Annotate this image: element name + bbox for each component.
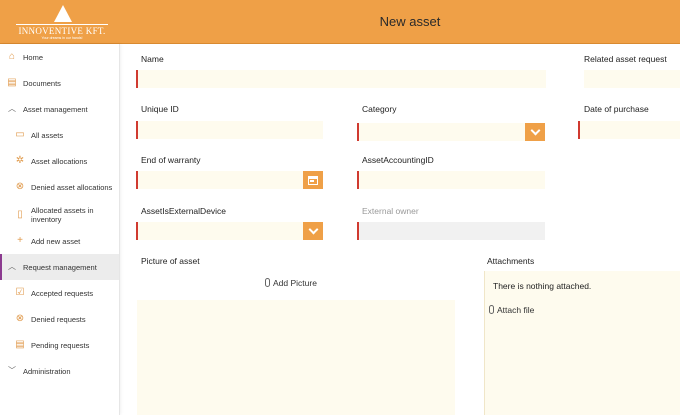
company-logo: INNOVENTIVE KFT. Your dreams in our hand… bbox=[14, 5, 110, 40]
sidebar-item-label: Asset management bbox=[23, 104, 88, 114]
sidebar-section-asset-management[interactable]: ︿ Asset management bbox=[0, 96, 119, 122]
paperclip-icon bbox=[265, 278, 270, 287]
attachments-area bbox=[484, 271, 680, 415]
sidebar-item-label: Administration bbox=[23, 366, 71, 376]
sidebar-item-add-new-asset[interactable]: + Add new asset bbox=[0, 228, 119, 254]
accounting-id-label: AssetAccountingID bbox=[362, 155, 434, 165]
external-owner-input bbox=[357, 222, 545, 240]
sidebar-item-accepted-requests[interactable]: ☑ Accepted requests bbox=[0, 280, 119, 306]
clipboard-icon: ▯ bbox=[17, 209, 23, 220]
accounting-id-input[interactable] bbox=[357, 171, 545, 189]
logo-text: INNOVENTIVE KFT. bbox=[18, 26, 106, 36]
sidebar-item-label: Asset allocations bbox=[31, 156, 88, 166]
sidebar-section-administration[interactable]: ﹀ Administration bbox=[0, 358, 119, 384]
category-label: Category bbox=[362, 104, 397, 114]
sidebar-item-label: Documents bbox=[23, 78, 61, 88]
plus-icon: + bbox=[17, 235, 23, 246]
sidebar-item-label: Pending requests bbox=[31, 340, 90, 350]
document-icon: ▤ bbox=[15, 339, 25, 350]
sidebar-item-asset-allocations[interactable]: ✲ Asset allocations bbox=[0, 148, 119, 174]
nothing-attached-text: There is nothing attached. bbox=[493, 281, 592, 291]
circle-x-icon: ⊗ bbox=[15, 313, 25, 324]
external-device-dropdown-button[interactable] bbox=[303, 222, 323, 240]
external-owner-label: External owner bbox=[362, 206, 419, 216]
name-label: Name bbox=[141, 54, 164, 64]
sidebar-item-pending-requests[interactable]: ▤ Pending requests bbox=[0, 332, 119, 358]
sidebar-item-label: Allocated assets in inventory bbox=[31, 206, 94, 224]
unique-id-input[interactable] bbox=[136, 121, 323, 139]
logo-tagline: Your dreams in our hands! bbox=[41, 36, 83, 40]
sidebar-item-home[interactable]: ⌂ Home bbox=[0, 44, 119, 70]
sidebar-item-denied-asset-allocations[interactable]: ⊗ Denied asset allocations bbox=[0, 174, 119, 200]
chevron-down-icon bbox=[530, 125, 540, 135]
chevron-down-icon bbox=[308, 224, 318, 234]
unique-id-label: Unique ID bbox=[141, 104, 179, 114]
calendar-button[interactable] bbox=[303, 171, 323, 189]
logo-mountain-icon bbox=[54, 5, 72, 22]
document-icon: ▤ bbox=[7, 77, 17, 88]
calendar-icon bbox=[308, 175, 318, 185]
name-input[interactable] bbox=[136, 70, 546, 88]
external-device-select[interactable] bbox=[136, 222, 303, 240]
sidebar-item-denied-requests[interactable]: ⊗ Denied requests bbox=[0, 306, 119, 332]
attach-file-label: Attach file bbox=[497, 305, 535, 315]
circle-x-icon: ⊗ bbox=[15, 181, 25, 192]
date-purchase-label: Date of purchase bbox=[584, 104, 649, 114]
sidebar-item-documents[interactable]: ▤ Documents bbox=[0, 70, 119, 96]
picture-label: Picture of asset bbox=[141, 256, 200, 266]
add-picture-label: Add Picture bbox=[273, 278, 317, 288]
sidebar-item-label: Accepted requests bbox=[31, 288, 94, 298]
sidebar-section-request-management[interactable]: ︿ Request management bbox=[0, 254, 119, 280]
page-title: New asset bbox=[379, 14, 441, 29]
sidebar-item-label: Denied requests bbox=[31, 314, 86, 324]
monitor-icon: ▭ bbox=[15, 129, 25, 140]
date-purchase-input[interactable] bbox=[578, 121, 680, 139]
related-request-input[interactable] bbox=[584, 70, 680, 88]
picture-area[interactable] bbox=[137, 300, 455, 415]
app-header: INNOVENTIVE KFT. Your dreams in our hand… bbox=[0, 0, 680, 44]
sidebar-item-label: Denied asset allocations bbox=[31, 182, 113, 192]
related-request-label: Related asset request bbox=[584, 54, 667, 64]
chevron-up-icon: ︿ bbox=[8, 104, 16, 113]
attach-file-button[interactable]: Attach file bbox=[489, 305, 534, 315]
external-device-label: AssetIsExternalDevice bbox=[141, 206, 227, 216]
sidebar-item-label: Request management bbox=[23, 262, 97, 272]
category-select[interactable] bbox=[357, 123, 525, 141]
paperclip-icon bbox=[489, 305, 494, 314]
add-picture-button[interactable]: Add Picture bbox=[265, 278, 317, 288]
category-dropdown-button[interactable] bbox=[525, 123, 545, 141]
sidebar-item-allocated-assets-in-inventory[interactable]: ▯ Allocated assets in inventory bbox=[0, 200, 119, 230]
sidebar-item-label: Home bbox=[23, 52, 44, 62]
sidebar: ⌂ Home ▤ Documents ︿ Asset management ▭ … bbox=[0, 44, 120, 415]
end-warranty-input[interactable] bbox=[136, 171, 303, 189]
sidebar-item-label: Add new asset bbox=[31, 236, 81, 246]
logo-divider bbox=[16, 24, 108, 25]
chevron-down-icon: ﹀ bbox=[8, 366, 16, 375]
home-icon: ⌂ bbox=[8, 51, 16, 62]
check-box-icon: ☑ bbox=[15, 287, 25, 298]
end-warranty-label: End of warranty bbox=[141, 155, 201, 165]
attachments-label: Attachments bbox=[487, 256, 535, 266]
sidebar-item-all-assets[interactable]: ▭ All assets bbox=[0, 122, 119, 148]
gear-icon: ✲ bbox=[15, 155, 25, 166]
sidebar-item-label: All assets bbox=[31, 130, 64, 140]
chevron-up-icon: ︿ bbox=[8, 262, 16, 271]
